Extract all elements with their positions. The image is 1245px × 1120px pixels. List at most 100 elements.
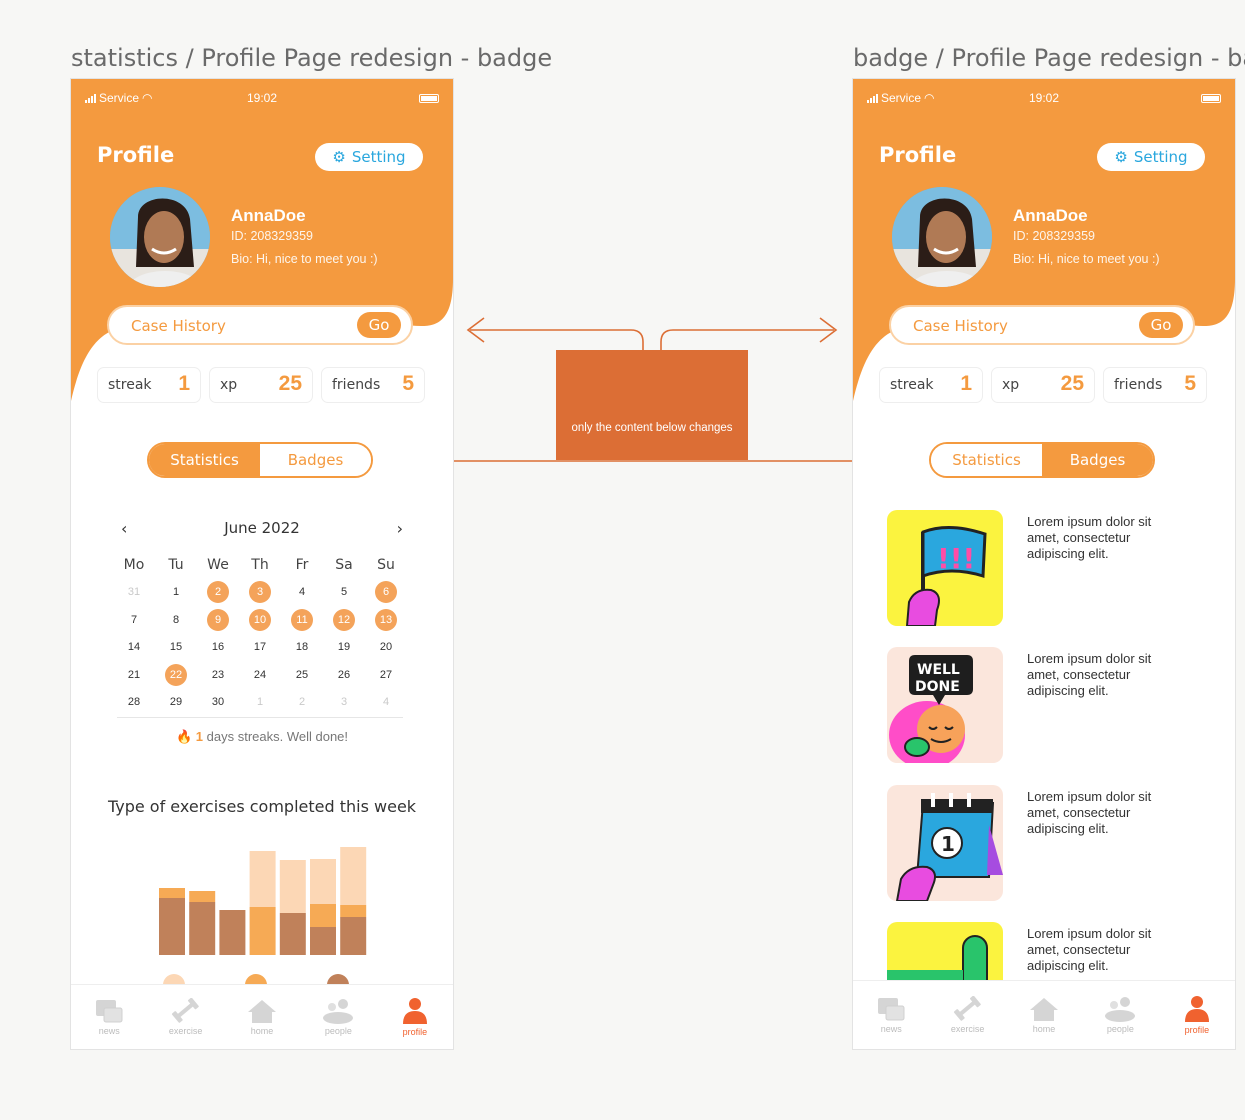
- bottom-nav: news exercise home people profile: [853, 980, 1235, 1049]
- calendar-day[interactable]: 11: [281, 608, 323, 631]
- stat-value: 5: [1184, 372, 1196, 395]
- calendar-day[interactable]: 8: [155, 614, 197, 626]
- nav-label: home: [1032, 1024, 1056, 1034]
- nav-label: home: [250, 1026, 274, 1036]
- calendar-day[interactable]: 18: [281, 641, 323, 653]
- people-icon: [1105, 997, 1136, 1022]
- calendar-day[interactable]: 25: [281, 669, 323, 681]
- gear-icon: ⚙: [1114, 148, 1128, 166]
- avatar[interactable]: [892, 187, 992, 287]
- badge-item[interactable]: WELL DONE Lorem ipsum dolor sit amet, co…: [887, 647, 1207, 765]
- calendar-day[interactable]: 1: [239, 696, 281, 708]
- calendar-day[interactable]: 20: [365, 641, 407, 653]
- setting-button[interactable]: ⚙ Setting: [1097, 143, 1205, 171]
- calendar-day[interactable]: 5: [323, 586, 365, 598]
- case-history-bar[interactable]: Case History Go: [107, 305, 413, 345]
- avatar[interactable]: [110, 187, 210, 287]
- nav-label: profile: [402, 1027, 428, 1037]
- calendar-day[interactable]: 26: [323, 669, 365, 681]
- calendar-day[interactable]: 3: [323, 696, 365, 708]
- status-bar: Service ◠ 19:02: [85, 91, 439, 107]
- home-icon: [1030, 998, 1059, 1021]
- calendar-day[interactable]: 17: [239, 641, 281, 653]
- calendar-divider: [117, 717, 403, 718]
- news-icon: [878, 998, 905, 1021]
- setting-button[interactable]: ⚙ Setting: [315, 143, 423, 171]
- battery-icon: [419, 94, 439, 103]
- chart-bar-segment: [340, 847, 367, 905]
- calendar-day[interactable]: 6: [365, 581, 407, 604]
- signal-icon: [85, 93, 96, 103]
- stat-friends: friends 5: [321, 367, 425, 403]
- calendar-day[interactable]: 28: [113, 696, 155, 708]
- calendar-day[interactable]: 2: [197, 581, 239, 604]
- badge-item[interactable]: !!! Lorem ipsum dolor sit amet, consecte…: [887, 510, 1207, 628]
- calendar-day[interactable]: 4: [365, 696, 407, 708]
- case-history-go-button[interactable]: Go: [357, 312, 401, 338]
- weekday-label: Fr: [295, 556, 309, 573]
- calendar-day[interactable]: 4: [281, 586, 323, 598]
- calendar-day[interactable]: 15: [155, 641, 197, 653]
- calendar-day[interactable]: 24: [239, 669, 281, 681]
- nav-people[interactable]: people: [300, 985, 376, 1049]
- calendar-day[interactable]: 10: [239, 608, 281, 631]
- calendar-day[interactable]: 9: [197, 608, 239, 631]
- well-done-badge-icon: WELL DONE: [887, 647, 1003, 763]
- tab-statistics[interactable]: Statistics: [149, 444, 260, 476]
- calendar-day[interactable]: 21: [113, 669, 155, 681]
- chart-bar-segment: [159, 898, 185, 955]
- calendar-day[interactable]: 2: [281, 696, 323, 708]
- calendar-day[interactable]: 30: [197, 696, 239, 708]
- chart-bar-segment: [279, 860, 306, 913]
- case-history-bar[interactable]: Case History Go: [889, 305, 1195, 345]
- weekday-label: Th: [251, 556, 269, 573]
- badge-text: Lorem ipsum dolor sit amet, consectetur …: [1027, 514, 1152, 561]
- stat-streak: streak 1: [879, 367, 983, 403]
- calendar-day[interactable]: 1: [155, 586, 197, 598]
- nav-home[interactable]: home: [1006, 981, 1082, 1049]
- calendar-day[interactable]: 19: [323, 641, 365, 653]
- calendar-week-row: 21 22 23 24 25 26 27: [113, 661, 407, 689]
- case-history-go-button[interactable]: Go: [1139, 312, 1183, 338]
- nav-people[interactable]: people: [1082, 981, 1158, 1049]
- avatar-photo: [892, 187, 992, 287]
- calendar-day[interactable]: 14: [113, 641, 155, 653]
- calendar-day[interactable]: 22: [155, 663, 197, 686]
- tab-statistics[interactable]: Statistics: [931, 444, 1042, 476]
- signal-icon: [867, 93, 878, 103]
- nav-exercise[interactable]: exercise: [929, 981, 1005, 1049]
- frame-title-statistics: statistics / Profile Page redesign - bad…: [71, 44, 553, 72]
- streak-message: 🔥 1 days streaks. Well done!: [71, 729, 453, 745]
- chevron-right-icon[interactable]: ›: [397, 519, 403, 538]
- chart-bar-segment: [340, 917, 367, 955]
- chart-bar-segment: [340, 905, 367, 917]
- calendar-day[interactable]: 23: [197, 669, 239, 681]
- stat-label: xp: [220, 377, 238, 393]
- nav-exercise[interactable]: exercise: [147, 985, 223, 1049]
- weekday-label: We: [207, 556, 229, 573]
- calendar-day[interactable]: 27: [365, 669, 407, 681]
- case-history-label: Case History: [913, 317, 1008, 335]
- user-id: ID: 208329359: [231, 229, 314, 243]
- nav-profile[interactable]: profile: [377, 985, 453, 1049]
- nav-profile[interactable]: profile: [1159, 981, 1235, 1049]
- calendar-day[interactable]: 7: [113, 614, 155, 626]
- nav-news[interactable]: news: [853, 981, 929, 1049]
- profile-header: Service ◠ 19:02 Profile ⚙ Setting AnnaDoe…: [71, 79, 453, 479]
- profile-icon: [402, 998, 427, 1024]
- calendar-day[interactable]: 16: [197, 641, 239, 653]
- nav-label: exercise: [950, 1024, 985, 1034]
- nav-label: people: [1106, 1024, 1134, 1034]
- badge-item[interactable]: 1 Lorem ipsum dolor sit amet, consectetu…: [887, 785, 1207, 903]
- exercise-chart: [159, 847, 367, 989]
- tab-badges[interactable]: Badges: [1042, 444, 1153, 476]
- calendar-day[interactable]: 29: [155, 696, 197, 708]
- calendar-day[interactable]: 12: [323, 608, 365, 631]
- calendar-day[interactable]: 31: [113, 586, 155, 598]
- dumbbell-icon: [171, 998, 199, 1023]
- nav-home[interactable]: home: [224, 985, 300, 1049]
- calendar-day[interactable]: 13: [365, 608, 407, 631]
- nav-news[interactable]: news: [71, 985, 147, 1049]
- calendar-day[interactable]: 3: [239, 581, 281, 604]
- tab-badges[interactable]: Badges: [260, 444, 371, 476]
